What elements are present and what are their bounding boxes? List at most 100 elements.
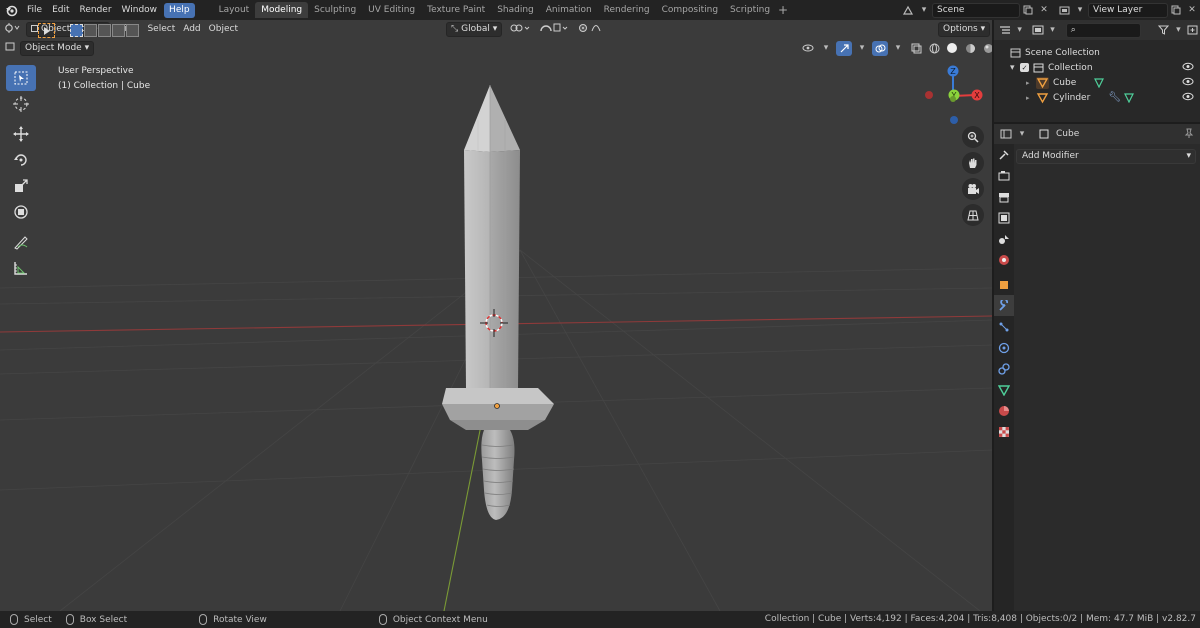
tab-object[interactable] <box>994 274 1014 295</box>
tab-particles[interactable] <box>994 316 1014 337</box>
gizmo-toggle-icon[interactable] <box>836 40 852 56</box>
select-new-icon[interactable] <box>70 24 83 37</box>
tab-world[interactable] <box>994 249 1014 270</box>
transform-tool[interactable] <box>6 199 36 225</box>
annotate-tool[interactable] <box>6 229 36 255</box>
tab-layout[interactable]: Layout <box>213 2 256 18</box>
cursor-tool[interactable] <box>6 91 36 117</box>
outliner-type-icon[interactable] <box>998 23 1012 38</box>
mesh-data-icon[interactable] <box>1123 92 1134 103</box>
tab-data[interactable] <box>994 379 1014 400</box>
pin-icon[interactable] <box>1184 128 1194 142</box>
expand-arrow-icon[interactable]: ▾ <box>1010 63 1020 73</box>
select-intersect-icon[interactable] <box>126 24 139 37</box>
tab-uv-editing[interactable]: UV Editing <box>362 2 421 18</box>
tab-render[interactable] <box>994 165 1014 186</box>
overlay-toggle-icon[interactable] <box>872 40 888 56</box>
close-scene-icon[interactable]: ✕ <box>1036 3 1052 18</box>
rotate-tool[interactable] <box>6 147 36 173</box>
eye-icon[interactable] <box>1182 77 1194 89</box>
measure-tool[interactable] <box>6 255 36 281</box>
expand-arrow-icon[interactable]: ▸ <box>1026 94 1036 102</box>
select-extend-icon[interactable] <box>84 24 97 37</box>
solid-shading-icon[interactable] <box>944 41 960 56</box>
ortho-toggle-icon[interactable] <box>962 204 984 226</box>
pan-hand-icon[interactable] <box>962 152 984 174</box>
tab-tool[interactable] <box>994 144 1014 165</box>
tab-view-layer[interactable] <box>994 207 1014 228</box>
scene-type-icon[interactable] <box>900 3 916 18</box>
pivot-icon[interactable] <box>506 22 536 37</box>
copy-view-layer-icon[interactable] <box>1168 3 1184 18</box>
snap-icon[interactable] <box>536 22 574 37</box>
scene-name-field[interactable]: Scene <box>932 2 1020 18</box>
object-mode-icon[interactable] <box>0 41 20 56</box>
mesh-data-icon[interactable] <box>1094 77 1105 88</box>
viewport-canvas[interactable] <box>0 20 992 611</box>
add-workspace-icon[interactable]: + <box>776 3 790 17</box>
menu-window[interactable]: Window <box>117 0 163 20</box>
tab-constraints[interactable] <box>994 358 1014 379</box>
menu-add[interactable]: Add <box>179 22 204 37</box>
select-tool-icon[interactable] <box>38 23 55 38</box>
tab-animation[interactable]: Animation <box>540 2 598 18</box>
options-dropdown[interactable]: Options ▾ <box>938 22 991 37</box>
wireframe-shading-icon[interactable] <box>926 41 942 56</box>
copy-scene-icon[interactable] <box>1020 3 1036 18</box>
close-view-layer-icon[interactable]: ✕ <box>1184 3 1200 18</box>
xray-toggle-icon[interactable] <box>908 41 924 56</box>
scale-tool[interactable] <box>6 173 36 199</box>
properties-type-icon[interactable] <box>998 127 1014 142</box>
menu-select[interactable]: Select <box>143 22 179 37</box>
3d-viewport[interactable]: Object Mode ▾ View Select Add Object ⤡Gl… <box>0 20 992 611</box>
add-modifier-dropdown[interactable]: Add Modifier ▾ <box>1016 149 1196 164</box>
tab-texture-paint[interactable]: Texture Paint <box>421 2 491 18</box>
view-layer-field[interactable]: View Layer <box>1088 2 1168 18</box>
new-collection-icon[interactable] <box>1186 23 1200 38</box>
outliner-row-collection[interactable]: ▾ ✓ Collection <box>994 60 1200 75</box>
filter-icon[interactable] <box>1157 23 1171 38</box>
tab-material[interactable] <box>994 400 1014 421</box>
view-layer-icon[interactable] <box>1056 3 1072 18</box>
menu-render[interactable]: Render <box>75 0 117 20</box>
outliner-row-cylinder[interactable]: ▸ Cylinder 🔧︎ <box>994 90 1200 105</box>
tab-shading[interactable]: Shading <box>491 2 540 18</box>
menu-help[interactable]: Help <box>164 2 195 18</box>
tab-compositing[interactable]: Compositing <box>656 2 724 18</box>
tab-modifiers[interactable] <box>994 295 1014 316</box>
move-tool[interactable] <box>6 121 36 147</box>
outliner-row-scene-collection[interactable]: Scene Collection <box>994 45 1200 60</box>
camera-view-icon[interactable] <box>962 178 984 200</box>
menu-edit[interactable]: Edit <box>47 0 74 20</box>
visibility-icon[interactable] <box>800 41 816 56</box>
tab-scene[interactable] <box>994 228 1014 249</box>
select-invert-icon[interactable] <box>112 24 125 37</box>
orientation-dropdown[interactable]: ⤡ Global ▾ <box>445 21 503 37</box>
material-shading-icon[interactable] <box>962 41 978 56</box>
proportional-edit-icon[interactable] <box>574 22 612 37</box>
outliner-row-cube[interactable]: ▸ Cube <box>994 75 1200 90</box>
tab-scripting[interactable]: Scripting <box>724 2 776 18</box>
tab-rendering[interactable]: Rendering <box>598 2 656 18</box>
blender-logo-icon[interactable] <box>0 0 22 20</box>
tab-modeling[interactable]: Modeling <box>255 2 309 18</box>
display-mode-icon[interactable] <box>1031 23 1045 38</box>
checkbox-icon[interactable]: ✓ <box>1020 63 1029 72</box>
eye-icon[interactable] <box>1182 92 1194 104</box>
rendered-shading-icon[interactable] <box>980 41 992 56</box>
tab-output[interactable] <box>994 186 1014 207</box>
editor-type-icon[interactable] <box>0 22 24 37</box>
eye-icon[interactable] <box>1182 62 1194 74</box>
zoom-icon[interactable] <box>962 126 984 148</box>
object-mode-dropdown[interactable]: Object Mode ▾ <box>20 40 95 56</box>
wrench-icon[interactable]: 🔧︎ <box>1108 92 1121 103</box>
select-subtract-icon[interactable] <box>98 24 111 37</box>
tab-sculpting[interactable]: Sculpting <box>308 2 362 18</box>
menu-object[interactable]: Object <box>205 22 242 37</box>
tab-texture[interactable] <box>994 421 1014 442</box>
expand-arrow-icon[interactable]: ▸ <box>1026 79 1036 87</box>
tab-physics[interactable] <box>994 337 1014 358</box>
outliner-search-input[interactable]: ⌕ <box>1065 22 1141 38</box>
menu-file[interactable]: File <box>22 0 47 20</box>
select-box-tool[interactable] <box>6 65 36 91</box>
